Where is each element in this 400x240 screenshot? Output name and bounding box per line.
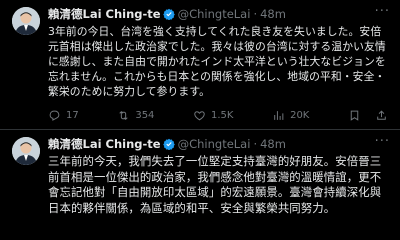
tweet-japanese[interactable]: 賴清德Lai Ching-te @ChingteLai · 48m ··· 3年… [0,0,400,130]
retweet-count: 354 [135,109,155,121]
avatar[interactable] [12,137,40,165]
views-button[interactable]: 20K [272,109,309,122]
avatar[interactable] [12,7,40,35]
tweet-actions: 17 354 1.5K 20K [48,107,388,123]
author-name[interactable]: 賴清德Lai Ching-te [48,136,161,152]
tweet-header: 賴清德Lai Ching-te @ChingteLai · 48m [48,6,286,22]
meta-separator: · [253,7,258,21]
meta-separator: · [253,137,258,151]
tweet-time[interactable]: 48m [260,136,286,152]
bookmark-button[interactable] [348,109,361,122]
more-icon[interactable]: ··· [375,134,390,149]
tweet-text: 3年前の今日、台湾を強く支持してくれた良き友を失いました。安倍元首相は傑出した政… [48,25,386,98]
share-icon [377,109,386,120]
reply-icon [49,110,60,121]
more-icon[interactable]: ··· [375,4,390,19]
author-name[interactable]: 賴清德Lai Ching-te [48,6,161,22]
like-count: 1.5K [211,109,234,121]
share-button[interactable] [375,109,388,122]
tweet-time[interactable]: 48m [260,6,286,22]
reply-button[interactable]: 17 [48,109,79,122]
tweet-text: 三年前的今天，我們失去了一位堅定支持臺灣的好朋友。安倍晉三前首相是一位傑出的政治… [48,154,382,215]
verified-badge-icon [162,138,175,150]
author-handle[interactable]: @ChingteLai [178,136,251,152]
author-handle[interactable]: @ChingteLai [178,6,251,22]
views-icon [274,110,284,120]
reply-count: 17 [66,109,79,121]
retweet-icon [119,110,128,120]
tweet-actions-right [348,109,388,122]
bookmark-icon [350,110,359,121]
tweet-header: 賴清德Lai Ching-te @ChingteLai · 48m [48,136,286,152]
like-icon [194,110,205,120]
retweet-button[interactable]: 354 [117,109,154,122]
like-button[interactable]: 1.5K [193,109,233,122]
views-count: 20K [290,109,310,121]
tweet-chinese[interactable]: 賴清德Lai Ching-te @ChingteLai · 48m ··· 三年… [0,130,400,240]
verified-badge-icon [162,8,175,20]
